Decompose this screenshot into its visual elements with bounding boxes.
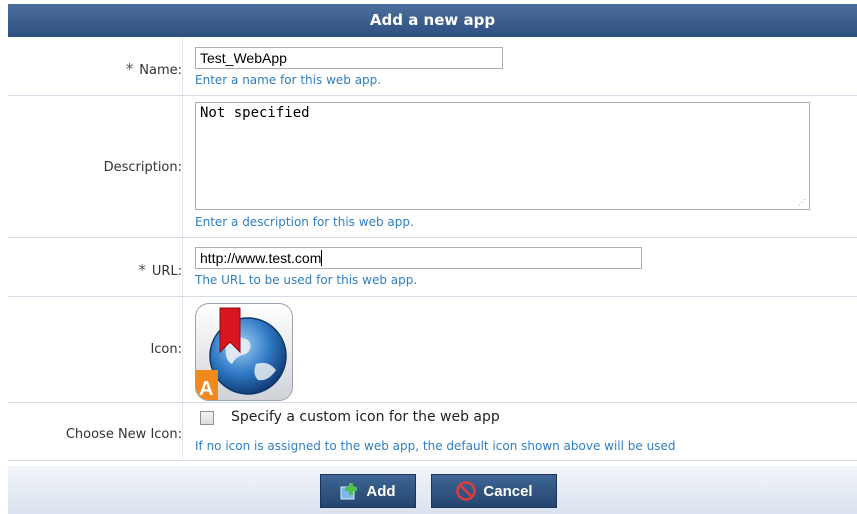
- row-divider: [182, 96, 183, 237]
- description-textarea[interactable]: Not specified ⋰: [195, 102, 810, 210]
- name-row: * Name: Test_WebApp Enter a name for this…: [8, 37, 857, 96]
- name-help: Enter a name for this web app.: [195, 73, 382, 87]
- choose-icon-help: If no icon is assigned to the web app, t…: [195, 439, 676, 453]
- button-bar: Add Cancel: [8, 466, 857, 514]
- cancel-button[interactable]: Cancel: [431, 474, 557, 508]
- description-label: Description:: [103, 160, 182, 175]
- description-text: Not specified: [200, 105, 310, 121]
- url-help: The URL to be used for this web app.: [195, 273, 418, 287]
- choose-icon-row: Choose New Icon: Specify a custom icon f…: [8, 403, 857, 461]
- add-app-icon: [340, 483, 358, 500]
- dialog-title: Add a new app: [8, 4, 857, 37]
- row-divider: [182, 297, 183, 402]
- web-app-icon: A: [195, 303, 293, 401]
- row-divider: [182, 37, 183, 95]
- choose-icon-label: Choose New Icon:: [65, 427, 182, 442]
- url-input[interactable]: http://www.test.com: [195, 247, 642, 269]
- cancel-button-label: Cancel: [483, 482, 533, 500]
- required-mark: *: [138, 261, 146, 279]
- resize-grip-icon[interactable]: ⋰: [798, 198, 806, 207]
- svg-text:A: A: [199, 378, 213, 400]
- icon-label: Icon:: [150, 342, 182, 357]
- custom-icon-checkbox-label[interactable]: Specify a custom icon for the web app: [231, 409, 500, 425]
- name-label-text: Name:: [139, 63, 182, 78]
- url-label: * URL:: [138, 261, 182, 279]
- custom-icon-checkbox[interactable]: [200, 411, 214, 425]
- url-row: * URL: http://www.test.com The URL to be …: [8, 238, 857, 297]
- description-row: Description: Not specified ⋰ Enter a des…: [8, 96, 857, 238]
- cancel-icon: [456, 481, 477, 501]
- icon-row: Icon: A: [8, 297, 857, 403]
- description-help: Enter a description for this web app.: [195, 215, 414, 229]
- name-input[interactable]: Test_WebApp: [195, 47, 503, 69]
- row-divider: [182, 238, 183, 296]
- row-divider: [182, 403, 183, 460]
- url-value: http://www.test.com: [200, 250, 322, 266]
- name-label: * Name:: [126, 60, 182, 78]
- text-cursor: [321, 250, 323, 266]
- add-button-label: Add: [366, 482, 396, 500]
- add-button[interactable]: Add: [320, 474, 416, 508]
- globe-bookmark-icon: A: [196, 307, 287, 400]
- required-mark: *: [125, 60, 134, 78]
- url-label-text: URL:: [151, 264, 182, 279]
